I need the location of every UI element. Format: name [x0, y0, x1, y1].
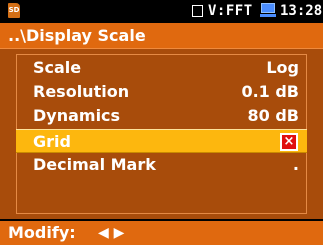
modify-bar: Modify: ◀ ▶: [0, 221, 323, 245]
menu-item-label: Decimal Mark: [33, 155, 156, 174]
left-right-arrows-icon: ◀ ▶: [98, 225, 125, 241]
battery-base: [260, 14, 276, 17]
menu-item-scale[interactable]: Scale Log: [16, 56, 307, 80]
menu-item-value: 80 dB: [247, 106, 299, 125]
clock: 13:28: [280, 3, 323, 19]
menu-panel: Scale Log Resolution 0.1 dB Dynamics 80 …: [0, 49, 323, 219]
menu-item-value: 0.1 dB: [241, 82, 299, 101]
grid-checkbox[interactable]: ×: [280, 133, 298, 151]
status-bar: SD V:FFT 13:28: [0, 0, 323, 23]
menu-item-label: Resolution: [33, 82, 130, 101]
page-title: ..\Display Scale: [8, 26, 146, 45]
title-bar: ..\Display Scale: [0, 23, 323, 49]
menu-item-grid[interactable]: Grid ×: [16, 129, 307, 153]
menu-item-label: Scale: [33, 58, 82, 77]
sd-card-icon: SD: [8, 3, 20, 18]
menu-item-value: Log: [266, 58, 299, 77]
modify-label: Modify:: [8, 223, 76, 242]
device-screen: SD V:FFT 13:28 ..\Display Scale Scale Lo…: [0, 0, 323, 245]
menu-item-resolution[interactable]: Resolution 0.1 dB: [16, 80, 307, 104]
menu-item-label: Grid: [33, 132, 71, 151]
menu-item-label: Dynamics: [33, 106, 121, 125]
menu-item-dynamics[interactable]: Dynamics 80 dB: [16, 104, 307, 128]
battery-icon: [260, 3, 276, 17]
mode-indicator-icon: [192, 5, 203, 17]
checkbox-x-icon: ×: [282, 134, 296, 149]
measurement-mode: V:FFT: [208, 3, 253, 19]
menu-item-decimal-mark[interactable]: Decimal Mark .: [16, 153, 307, 177]
menu-item-value: .: [292, 155, 299, 174]
battery-body: [261, 3, 275, 13]
